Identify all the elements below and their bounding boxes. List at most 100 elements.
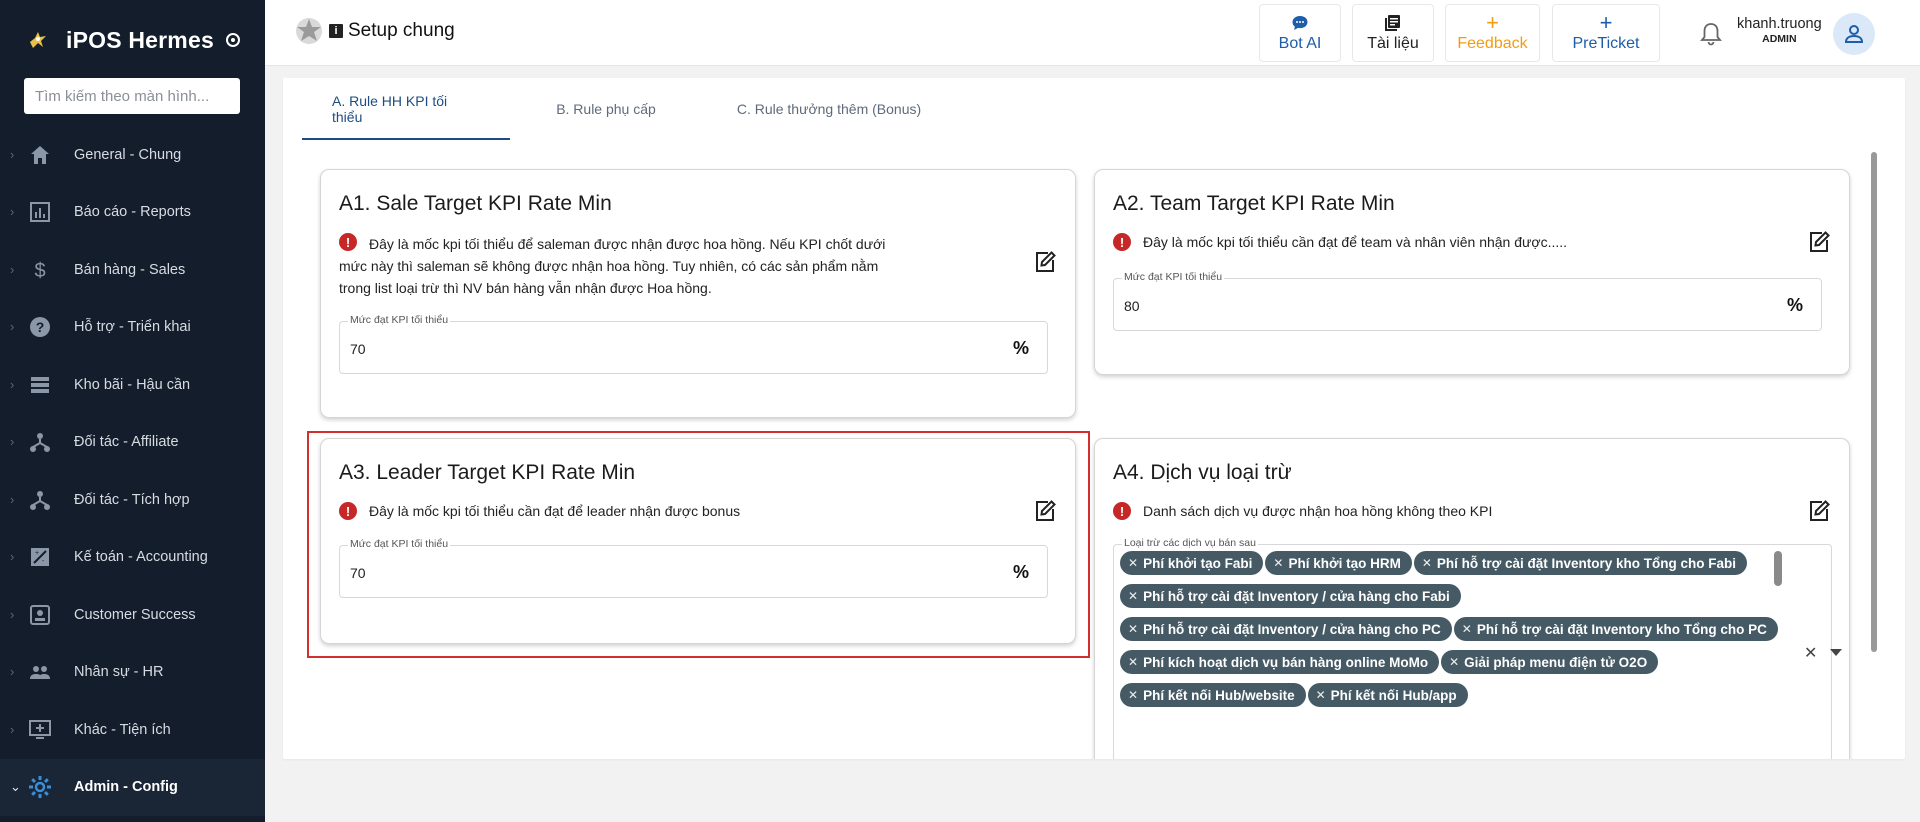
- service-chip[interactable]: ✕ Phí hỗ trợ cài đặt Inventory kho Tổng c…: [1453, 617, 1778, 641]
- user-role: ADMIN: [1762, 33, 1797, 45]
- remove-chip-icon[interactable]: ✕: [1128, 622, 1138, 636]
- service-chip[interactable]: ✕ Phí kích hoạt dịch vụ bán hàng online M…: [1120, 650, 1440, 674]
- brand-name: iPOS Hermes: [66, 26, 214, 53]
- panel-scrollbar[interactable]: [1871, 152, 1877, 652]
- edit-icon[interactable]: [1807, 499, 1831, 523]
- sidebar-item-2[interactable]: › $ Bán hàng - Sales: [0, 241, 265, 299]
- sidebar-item-label: Bán hàng - Sales: [74, 261, 186, 278]
- card-a1-kpi-value[interactable]: 70: [350, 341, 650, 357]
- home-icon: [28, 143, 52, 167]
- gear-icon: [28, 775, 52, 799]
- sidebar-item-label: Kế toán - Accounting: [74, 549, 208, 566]
- docs-button[interactable]: Tài liệu: [1352, 4, 1434, 62]
- top-bar: i Setup chung Bot AI Tài liệu + Feedback…: [265, 0, 1920, 66]
- service-chip[interactable]: ✕ Phí hỗ trợ cài đặt Inventory kho Tổng c…: [1413, 551, 1748, 575]
- card-a1-kpi-field[interactable]: Mức đạt KPI tối thiểu 70 %: [339, 314, 1048, 374]
- sidebar-search-input[interactable]: [24, 78, 240, 114]
- tab-bonus[interactable]: C. Rule thưởng thêm (Bonus): [702, 78, 956, 140]
- sidebar-item-0[interactable]: › General - Chung: [0, 126, 265, 184]
- excluded-services-select[interactable]: Loại trừ các dịch vụ bán sau ✕ Phí khởi t…: [1113, 537, 1842, 759]
- user-info[interactable]: khanh.truong ADMIN: [1737, 16, 1822, 45]
- sidebar-item-7[interactable]: › + - Kế toán - Accounting: [0, 529, 265, 587]
- sidebar-item-label: Nhân sự - HR: [74, 664, 164, 681]
- remove-chip-icon[interactable]: ✕: [1462, 622, 1472, 636]
- chip-label: Phí hỗ trợ cài đặt Inventory / cửa hàng …: [1143, 621, 1441, 637]
- clear-icon[interactable]: ✕: [1804, 643, 1817, 663]
- dollar-icon: $: [28, 258, 52, 282]
- info-icon: i: [329, 24, 343, 38]
- field-label: Mức đạt KPI tối thiểu: [1122, 271, 1225, 283]
- edit-icon[interactable]: [1807, 230, 1831, 254]
- chip-label: Phí khởi tạo HRM: [1288, 555, 1401, 571]
- sidebar-item-4[interactable]: › Kho bãi - Hậu cần: [0, 356, 265, 414]
- chip-label: Giải pháp menu điện tử O2O: [1464, 654, 1648, 670]
- feedback-button[interactable]: + Feedback: [1445, 4, 1540, 62]
- card-a2-kpi-field[interactable]: Mức đạt KPI tối thiểu 80 %: [1113, 271, 1822, 331]
- remove-chip-icon[interactable]: ✕: [1128, 655, 1138, 669]
- svg-text:?: ?: [36, 319, 45, 335]
- service-chip[interactable]: ✕ Giải pháp menu điện tử O2O: [1441, 650, 1659, 674]
- card-a1-desc: Đây là mốc kpi tối thiểu để saleman được…: [339, 236, 886, 296]
- remove-chip-icon[interactable]: ✕: [1422, 556, 1432, 570]
- sidebar-item-1[interactable]: › Báo cáo - Reports: [0, 184, 265, 242]
- edit-icon[interactable]: [1033, 250, 1057, 274]
- chevron-right-icon: ›: [10, 721, 15, 737]
- warning-icon: !: [1113, 233, 1131, 251]
- radio-target-icon[interactable]: [225, 33, 240, 47]
- preticket-button[interactable]: + PreTicket: [1552, 4, 1660, 62]
- dropdown-arrow-icon[interactable]: [1830, 649, 1842, 656]
- card-a4-title: A4. Dịch vụ loại trừ: [1113, 461, 1292, 484]
- sidebar-item-11[interactable]: ⌄ Admin - Config: [0, 758, 265, 816]
- bot-ai-button[interactable]: Bot AI: [1259, 4, 1341, 62]
- user-icon: [1844, 25, 1864, 43]
- remove-chip-icon[interactable]: ✕: [1273, 556, 1283, 570]
- field-label: Mức đạt KPI tối thiểu: [348, 314, 451, 326]
- chevron-down-icon: ⌄: [10, 779, 21, 795]
- bell-icon[interactable]: [1697, 20, 1725, 48]
- remove-chip-icon[interactable]: ✕: [1449, 655, 1459, 669]
- monitor-plus-icon: [28, 718, 52, 742]
- sidebar-item-6[interactable]: › Đối tác - Tích hợp: [0, 471, 265, 529]
- remove-chip-icon[interactable]: ✕: [1128, 589, 1138, 603]
- tab-allowance[interactable]: B. Rule phụ cấp: [510, 78, 702, 140]
- chip-label: Phí hỗ trợ cài đặt Inventory / cửa hàng …: [1143, 588, 1450, 604]
- select-scrollbar[interactable]: [1774, 551, 1782, 586]
- tab-kpi-min[interactable]: A. Rule HH KPI tối thiểu: [302, 78, 510, 140]
- service-chip[interactable]: ✕ Phí kết nối Hub/app: [1307, 683, 1468, 707]
- sidebar-item-10[interactable]: › Khác - Tiện ích: [0, 701, 265, 759]
- svg-text:+: +: [35, 550, 39, 557]
- brand[interactable]: iPOS Hermes: [24, 22, 240, 58]
- feedback-label: Feedback: [1457, 35, 1528, 52]
- warning-icon: !: [1113, 502, 1131, 520]
- remove-chip-icon[interactable]: ✕: [1128, 556, 1138, 570]
- brand-logo-icon: [24, 26, 52, 54]
- card-a1: A1. Sale Target KPI Rate Min ! Đây là mố…: [320, 169, 1076, 418]
- service-chip[interactable]: ✕ Phí khởi tạo HRM: [1265, 551, 1412, 575]
- chevron-right-icon: ›: [10, 491, 15, 507]
- card-a2-kpi-value[interactable]: 80: [1124, 298, 1424, 314]
- sidebar-item-9[interactable]: › Nhân sự - HR: [0, 644, 265, 702]
- bot-ai-label: Bot AI: [1278, 35, 1322, 52]
- service-chip[interactable]: ✕ Phí hỗ trợ cài đặt Inventory / cửa hàng…: [1120, 617, 1452, 641]
- preticket-label: PreTicket: [1572, 35, 1640, 52]
- chat-icon: [1291, 13, 1309, 33]
- report-icon: [28, 200, 52, 224]
- sidebar-item-label: Customer Success: [74, 606, 196, 623]
- remove-chip-icon[interactable]: ✕: [1128, 688, 1138, 702]
- service-chip[interactable]: ✕ Phí hỗ trợ cài đặt Inventory / cửa hàng…: [1120, 584, 1461, 608]
- sidebar-item-3[interactable]: ›? Hỗ trợ - Triển khai: [0, 299, 265, 357]
- user-name: khanh.truong: [1737, 16, 1822, 32]
- service-chip[interactable]: ✕ Phí kết nối Hub/website: [1120, 683, 1306, 707]
- sidebar-item-label: Admin - Config: [74, 779, 178, 796]
- remove-chip-icon[interactable]: ✕: [1316, 688, 1326, 702]
- sidebar-item-8[interactable]: › Customer Success: [0, 586, 265, 644]
- people-icon: [28, 660, 52, 684]
- chevron-right-icon: ›: [10, 261, 15, 277]
- chevron-right-icon: ›: [10, 434, 15, 450]
- chip-label: Phí kết nối Hub/website: [1143, 687, 1295, 703]
- sidebar-item-5[interactable]: › Đối tác - Affiliate: [0, 414, 265, 472]
- service-chip[interactable]: ✕ Phí khởi tạo Fabi: [1120, 551, 1264, 575]
- avatar[interactable]: [1833, 13, 1875, 55]
- sidebar-item-label: General - Chung: [74, 146, 182, 163]
- network-icon: [28, 430, 52, 454]
